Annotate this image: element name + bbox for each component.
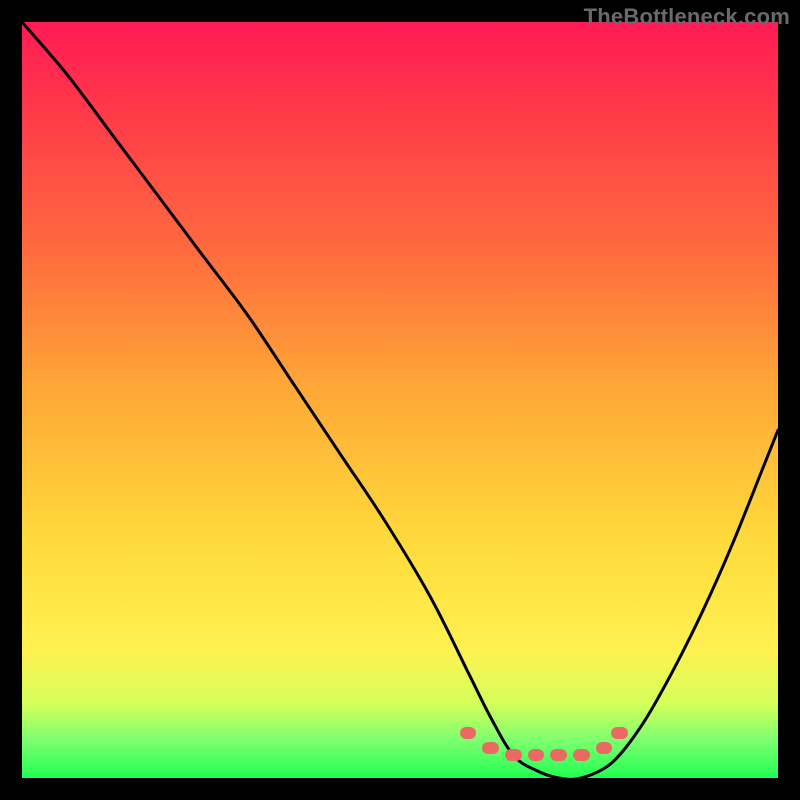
optimal-zone-marker <box>550 749 567 761</box>
chart-container: TheBottleneck.com <box>0 0 800 800</box>
optimal-zone-marker <box>528 749 545 761</box>
optimal-zone-marker <box>460 727 477 739</box>
optimal-zone-marker <box>611 727 628 739</box>
watermark-text: TheBottleneck.com <box>584 4 790 30</box>
bottleneck-curve <box>22 22 778 778</box>
optimal-zone-marker <box>596 742 613 754</box>
optimal-zone-marker <box>573 749 590 761</box>
plot-area <box>22 22 778 778</box>
optimal-zone-marker <box>482 742 499 754</box>
optimal-zone-marker <box>505 749 522 761</box>
